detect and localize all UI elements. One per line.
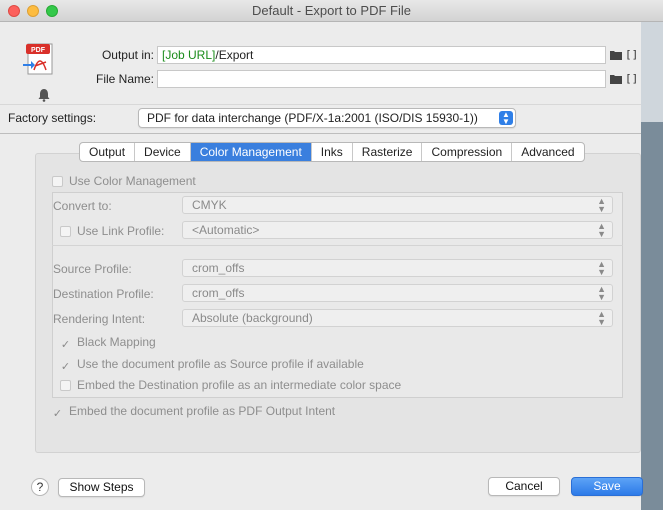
minimize-window-button[interactable] <box>27 5 39 17</box>
embed-output-intent-checkbox[interactable]: ✓ Embed the document profile as PDF Outpu… <box>52 404 335 420</box>
tab-rasterize[interactable]: Rasterize <box>353 143 423 161</box>
title-bar: Default - Export to PDF File <box>0 0 663 22</box>
tab-advanced[interactable]: Advanced <box>512 143 583 161</box>
tab-bar: Output Device Color Management Inks Rast… <box>79 142 585 162</box>
chevron-updown-icon: ▲ ▼ <box>597 196 606 214</box>
tab-device[interactable]: Device <box>135 143 191 161</box>
file-name-label: File Name: <box>95 72 154 86</box>
link-profile-select[interactable]: <Automatic> ▲ ▼ <box>182 221 613 239</box>
factory-settings-label: Factory settings: <box>8 111 97 125</box>
pdf-badge-text: PDF <box>31 47 46 54</box>
folder-icon[interactable] <box>610 50 622 60</box>
use-color-management-checkbox[interactable]: Use Color Management <box>52 174 196 188</box>
help-button[interactable]: ? <box>31 478 49 496</box>
background-desktop-top <box>641 22 663 122</box>
show-steps-button[interactable]: Show Steps <box>58 478 145 497</box>
factory-settings-value: PDF for data interchange (PDF/X-1a:2001 … <box>147 111 478 125</box>
variable-bracket-icon[interactable]: [] <box>625 48 638 61</box>
output-in-label: Output in: <box>101 48 154 62</box>
save-button[interactable]: Save <box>571 477 643 496</box>
checkbox-box <box>60 226 71 237</box>
tab-inks[interactable]: Inks <box>312 143 353 161</box>
rendering-intent-label: Rendering Intent: <box>53 312 146 326</box>
cancel-button[interactable]: Cancel <box>488 477 560 496</box>
close-window-button[interactable] <box>8 5 20 17</box>
tab-compression[interactable]: Compression <box>422 143 513 161</box>
chevron-updown-icon: ▲ ▼ <box>597 221 606 239</box>
folder-icon[interactable] <box>610 74 622 84</box>
check-icon: ✓ <box>60 361 71 373</box>
use-link-profile-checkbox[interactable]: Use Link Profile: <box>60 224 164 238</box>
embed-destination-checkbox[interactable]: Embed the Destination profile as an inte… <box>60 378 401 392</box>
checkbox-box <box>52 176 63 187</box>
rendering-intent-select[interactable]: Absolute (background) ▲ ▼ <box>182 309 613 327</box>
tab-color-management[interactable]: Color Management <box>190 143 312 161</box>
checkbox-box <box>60 380 71 391</box>
tab-output[interactable]: Output <box>80 143 136 161</box>
convert-to-label: Convert to: <box>53 199 112 213</box>
destination-profile-label: Destination Profile: <box>53 287 154 301</box>
maximize-window-button[interactable] <box>46 5 58 17</box>
factory-settings-select[interactable]: PDF for data interchange (PDF/X-1a:2001 … <box>138 108 516 128</box>
check-icon: ✓ <box>60 339 71 351</box>
output-in-field[interactable]: [Job URL]/Export <box>157 46 606 64</box>
check-icon: ✓ <box>52 408 63 420</box>
variable-bracket-icon[interactable]: [] <box>625 72 638 85</box>
destination-profile-select[interactable]: crom_offs ▲ ▼ <box>182 284 613 302</box>
chevron-updown-icon: ▲ ▼ <box>597 309 606 327</box>
source-profile-select[interactable]: crom_offs ▲ ▼ <box>182 259 613 277</box>
bell-icon[interactable] <box>37 88 51 102</box>
output-path: /Export <box>215 48 254 62</box>
source-profile-label: Source Profile: <box>53 262 132 276</box>
job-url-token: [Job URL] <box>162 48 216 62</box>
use-document-profile-checkbox[interactable]: ✓ Use the document profile as Source prof… <box>60 357 364 373</box>
select-stepper-icon: ▲ ▼ <box>499 111 513 126</box>
group-divider <box>52 245 623 246</box>
chevron-updown-icon: ▲ ▼ <box>597 259 606 277</box>
convert-to-select[interactable]: CMYK ▲ ▼ <box>182 196 613 214</box>
pdf-export-icon: PDF <box>23 43 53 75</box>
window-title: Default - Export to PDF File <box>252 3 411 18</box>
file-name-field[interactable] <box>157 70 606 88</box>
chevron-updown-icon: ▲ ▼ <box>597 284 606 302</box>
black-mapping-checkbox[interactable]: ✓ Black Mapping <box>60 335 156 351</box>
